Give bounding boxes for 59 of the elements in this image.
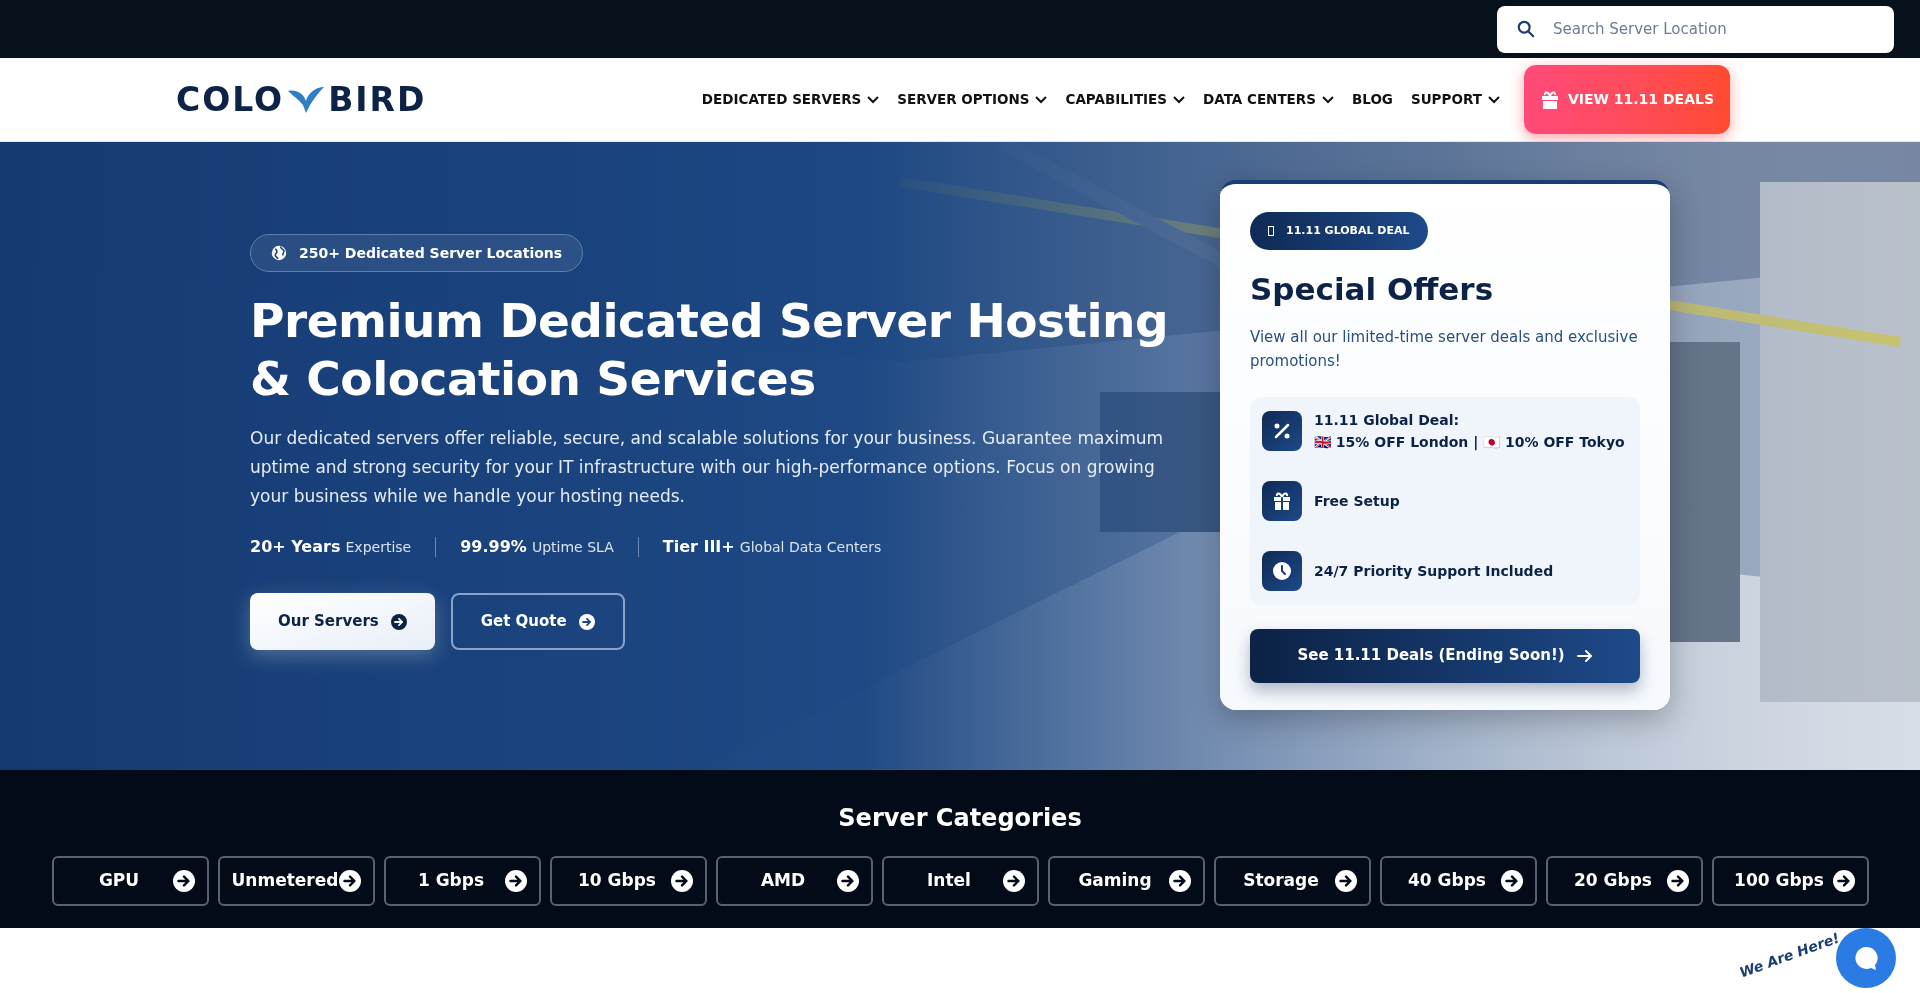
- category-button[interactable]: Unmetered: [217, 856, 375, 906]
- category-button[interactable]: GPU: [51, 856, 209, 906]
- location-badge: 250+ Dedicated Server Locations: [250, 234, 584, 272]
- arrow-right-circle-icon: [578, 613, 595, 630]
- category-button[interactable]: AMD: [715, 856, 873, 906]
- arrow-right-circle-icon: [1168, 870, 1191, 892]
- category-button[interactable]: 100 Gbps: [1711, 856, 1869, 906]
- feature-text: Free Setup: [1314, 491, 1400, 511]
- arrow-right-circle-icon: [836, 870, 859, 892]
- feature-text: 11.11 Global Deal:: [1314, 410, 1461, 430]
- gift-icon: [1272, 490, 1292, 511]
- card-title: Special Offers: [1250, 270, 1495, 309]
- nav-link[interactable]: BLOG: [1351, 89, 1393, 110]
- feature-text: 24/7 Priority Support Included: [1314, 561, 1554, 581]
- arrow-right-circle-icon: [1666, 870, 1689, 892]
- category-button[interactable]: Storage: [1213, 856, 1371, 906]
- arrow-right-circle-icon: [504, 870, 527, 892]
- logo[interactable]: COLO BIRD: [176, 74, 427, 125]
- arrow-right-circle-icon: [1832, 870, 1855, 892]
- chat-bubble-icon: [1852, 944, 1880, 972]
- hero-button[interactable]: Get Quote: [450, 593, 625, 650]
- section-title: Server Categories: [838, 803, 1082, 834]
- category-button[interactable]: Intel: [881, 856, 1039, 906]
- arrow-right-circle-icon: [338, 870, 361, 892]
- nav-link[interactable]: DEDICATED SERVERS: [701, 89, 880, 110]
- arrow-right-icon: [1576, 648, 1593, 663]
- clock-icon: [1272, 560, 1292, 581]
- arrow-right-circle-icon: [670, 870, 693, 892]
- nav-link[interactable]: SUPPORT: [1410, 89, 1500, 110]
- bird-icon: [286, 84, 327, 115]
- category-button[interactable]: 1 Gbps: [383, 856, 541, 906]
- category-button[interactable]: 40 Gbps: [1379, 856, 1537, 906]
- arrow-right-circle-icon: [1002, 870, 1025, 892]
- arrow-right-circle-icon: [1334, 870, 1357, 892]
- card-description: View all our limited-time server deals and exclusive promotions!: [1250, 326, 1639, 372]
- gift-icon: [1539, 89, 1560, 110]
- globe-icon: [271, 245, 287, 261]
- stat-text: Tier III+ Global Data Centers: [662, 536, 882, 558]
- nav-link[interactable]: SERVER OPTIONS: [897, 89, 1048, 110]
- stat-text: 20+ Years Expertise: [250, 536, 412, 558]
- stat-text: 99.99% Uptime SLA: [460, 536, 614, 558]
- category-button[interactable]: Gaming: [1047, 856, 1205, 906]
- hero-title: Premium Dedicated Server Hosting & Colocation Services: [250, 292, 1170, 408]
- deal-badge: 11.11 GLOBAL DEAL: [1250, 212, 1428, 250]
- arrow-right-circle-icon: [172, 870, 195, 892]
- search-icon: [1517, 19, 1535, 38]
- nav-link[interactable]: CAPABILITIES: [1065, 89, 1186, 110]
- arrow-right-circle-icon: [1500, 870, 1523, 892]
- category-button[interactable]: 20 Gbps: [1545, 856, 1703, 906]
- deals-cta-button[interactable]: See 11.11 Deals (Ending Soon!): [1250, 628, 1640, 683]
- search-field[interactable]: Search Server Location: [1497, 5, 1894, 53]
- arrow-right-circle-icon: [390, 613, 407, 630]
- nav-link[interactable]: DATA CENTERS: [1203, 89, 1334, 110]
- hero-description: Our dedicated servers offer reliable, secure, and scalable solutions for your business. Guarantee maximum uptime and strong security for your IT infrastructure with our high-performance options. Focus on growing your business while we handle your hosting needs.: [250, 427, 1165, 508]
- category-button[interactable]: 10 Gbps: [549, 856, 707, 906]
- feature-text: 🇬🇧 15% OFF London | 🇯🇵 10% OFF Tokyo: [1314, 432, 1625, 453]
- chat-button[interactable]: [1836, 928, 1896, 988]
- glyph-icon: [1268, 226, 1274, 236]
- hero-button[interactable]: Our Servers: [250, 593, 435, 650]
